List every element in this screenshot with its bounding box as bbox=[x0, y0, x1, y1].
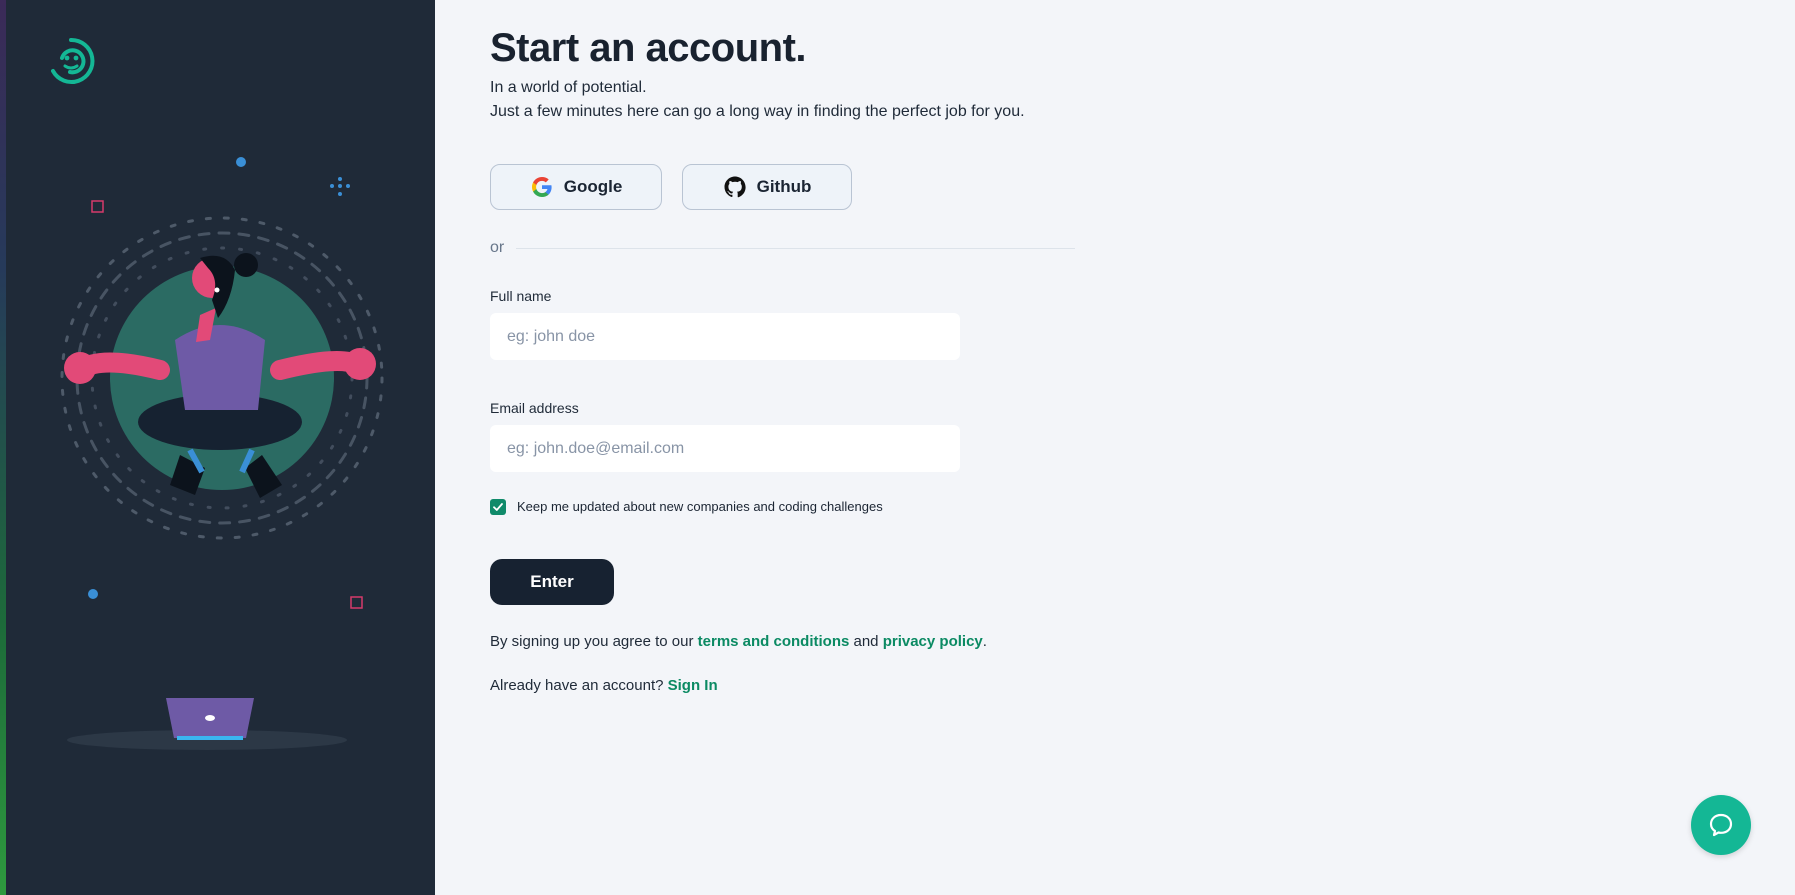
divider-label: or bbox=[490, 239, 505, 256]
terms-link[interactable]: terms and conditions bbox=[698, 633, 850, 650]
divider-line bbox=[516, 247, 1075, 249]
google-signup-button[interactable]: Google bbox=[490, 164, 662, 210]
meditation-illustration bbox=[60, 157, 384, 750]
left-panel bbox=[0, 0, 435, 895]
window-edge bbox=[0, 0, 6, 895]
page-title: Start an account. bbox=[490, 26, 807, 70]
enter-button[interactable]: Enter bbox=[490, 559, 614, 605]
github-button-label: Github bbox=[756, 177, 812, 196]
updates-checkbox-label[interactable]: Keep me updated about new companies and … bbox=[517, 499, 883, 514]
or-divider: or bbox=[490, 236, 1075, 260]
chat-button[interactable] bbox=[1691, 795, 1751, 855]
subtitle-line-2: Just a few minutes here can go a long wa… bbox=[490, 103, 1025, 120]
chat-icon bbox=[1709, 813, 1733, 837]
legal-prefix: By signing up you agree to our bbox=[490, 633, 698, 650]
subtitle-line-1: In a world of potential. bbox=[490, 79, 647, 96]
signin-text: Already have an account? Sign In bbox=[490, 677, 718, 694]
legal-suffix: . bbox=[982, 633, 987, 650]
legal-middle: and bbox=[849, 633, 883, 650]
brand-logo-icon[interactable] bbox=[46, 36, 96, 86]
google-button-label: Google bbox=[563, 177, 623, 196]
github-signup-button[interactable]: Github bbox=[682, 164, 852, 210]
signin-prefix: Already have an account? bbox=[490, 677, 668, 694]
privacy-link[interactable]: privacy policy bbox=[883, 633, 983, 650]
full-name-label: Full name bbox=[490, 288, 552, 304]
google-icon bbox=[531, 177, 552, 197]
legal-text: By signing up you agree to our terms and… bbox=[490, 633, 987, 650]
signin-link[interactable]: Sign In bbox=[668, 677, 718, 694]
email-label: Email address bbox=[490, 400, 579, 416]
full-name-input[interactable] bbox=[490, 313, 960, 360]
updates-checkbox[interactable] bbox=[490, 499, 506, 515]
github-icon bbox=[724, 176, 746, 198]
check-icon bbox=[493, 503, 503, 511]
email-input[interactable] bbox=[490, 425, 960, 472]
